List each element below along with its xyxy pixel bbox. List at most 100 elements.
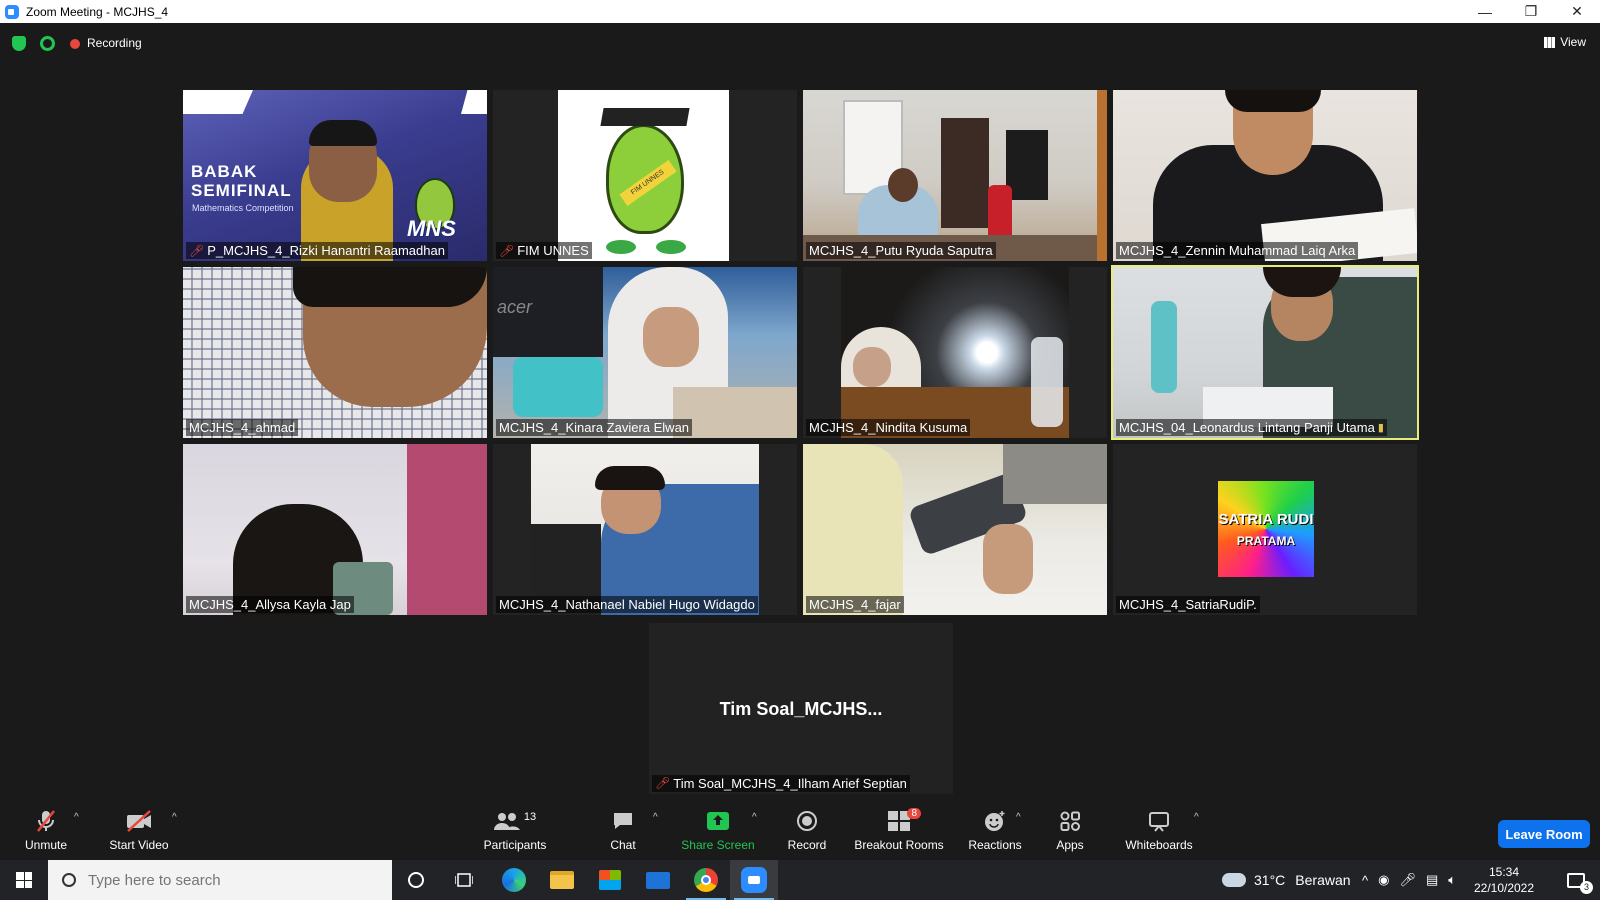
graduation-cap-icon <box>600 108 690 126</box>
taskbar-clock[interactable]: 15:34 22/10/2022 <box>1470 864 1538 896</box>
apps-label: Apps <box>1056 838 1084 852</box>
zoom-app-icon <box>5 4 19 19</box>
video-feed: BABAK SEMIFINAL Mathematics Competition … <box>183 90 487 261</box>
participants-count: 13 <box>523 811 537 823</box>
participant-name-tag: MCJHS_4_Nindita Kusuma <box>806 419 971 436</box>
encryption-icon[interactable] <box>40 36 55 51</box>
cortana-button[interactable] <box>392 860 440 900</box>
store-icon <box>599 870 621 890</box>
close-button[interactable]: ✕ <box>1554 0 1600 23</box>
store-taskbar-button[interactable] <box>586 860 634 900</box>
participant-name-tag: MCJHS_4_SatriaRudiP. <box>1116 596 1260 613</box>
video-options-caret[interactable]: ^ <box>172 812 177 823</box>
cloud-icon <box>1222 873 1246 887</box>
chair <box>513 357 603 417</box>
participant-name-tag: 🎤︎ P_MCJHS_4_Rizki Hanantri Raamadhan <box>186 242 448 259</box>
share-options-caret[interactable]: ^ <box>752 812 757 823</box>
notification-icon: 3 <box>1567 872 1593 894</box>
chat-options-caret[interactable]: ^ <box>653 812 658 823</box>
video-tile[interactable]: MCJHS_4_ahmad <box>183 267 487 438</box>
chrome-taskbar-button[interactable] <box>682 860 730 900</box>
zoom-taskbar-button[interactable] <box>730 860 778 900</box>
participant-name: Tim Soal_MCJHS_4_Ilham Arief Septian <box>673 776 907 791</box>
video-feed <box>1113 90 1417 261</box>
participant-name: MCJHS_4_Putu Ryuda Saputra <box>809 243 993 258</box>
participants-label: Participants <box>483 838 547 852</box>
camera-view <box>531 444 759 615</box>
start-button[interactable] <box>0 860 48 900</box>
video-tile[interactable]: BABAK SEMIFINAL Mathematics Competition … <box>183 90 487 261</box>
video-tile[interactable]: MCJHS_4_Nindita Kusuma <box>803 267 1107 438</box>
network-icon[interactable]: ▤ <box>1426 872 1438 888</box>
video-tile[interactable]: SATRIA RUDI PRATAMA MCJHS_4_SatriaRudiP. <box>1113 444 1417 615</box>
participant-name-tag: 🎤︎ Tim Soal_MCJHS_4_Ilham Arief Septian <box>652 775 910 792</box>
weather-condition: Berawan <box>1295 872 1351 888</box>
participant-name: MCJHS_4_Kinara Zaviera Elwan <box>499 420 690 435</box>
microphone-icon[interactable]: 🎤︎ <box>1399 872 1416 888</box>
camera-view <box>841 267 1069 438</box>
share-screen-button[interactable]: Share Screen <box>680 806 756 860</box>
participant-display-name: Tim Soal_MCJHS... <box>719 699 883 719</box>
view-label: View <box>1560 35 1586 49</box>
video-feed: FIM UNNES <box>493 90 797 261</box>
minimize-button[interactable]: — <box>1462 0 1508 23</box>
whiteboards-options-caret[interactable]: ^ <box>1194 812 1199 823</box>
weather-widget[interactable]: 31°C Berawan <box>1222 860 1351 900</box>
video-tile-active-speaker[interactable]: MCJHS_04_Leonardus Lintang Panji Utama ▮ <box>1111 265 1419 440</box>
avatar: SATRIA RUDI PRATAMA <box>1218 481 1314 577</box>
breakout-badge: 8 <box>907 808 921 819</box>
video-feed <box>803 90 1107 261</box>
search-input[interactable] <box>88 871 368 889</box>
leave-room-button[interactable]: Leave Room <box>1498 820 1590 848</box>
person-face <box>853 347 891 387</box>
webcam-icon[interactable]: ◉ <box>1378 872 1389 888</box>
curtain <box>1097 90 1107 261</box>
video-tile[interactable]: acer MCJHS_4_Kinara Zaviera Elwan <box>493 267 797 438</box>
grid-icon <box>1544 36 1556 48</box>
audio-options-caret[interactable]: ^ <box>74 812 79 823</box>
window-title: Zoom Meeting - MCJHS_4 <box>26 4 169 19</box>
whiteboard-icon <box>1148 806 1170 836</box>
mail-taskbar-button[interactable] <box>634 860 682 900</box>
recording-label[interactable]: Recording <box>87 36 142 50</box>
start-video-button[interactable]: Start Video <box>104 806 174 860</box>
task-view-icon <box>455 873 473 887</box>
notification-center-button[interactable]: 3 <box>1552 860 1600 900</box>
video-tile[interactable]: MCJHS_4_Zennin Muhammad Laiq Arka <box>1113 90 1417 261</box>
video-tile[interactable]: MCJHS_4_fajar <box>803 444 1107 615</box>
video-tile[interactable]: MCJHS_4_Allysa Kayla Jap <box>183 444 487 615</box>
video-feed <box>183 267 487 438</box>
volume-icon[interactable]: 🔈︎ <box>1448 872 1456 888</box>
shield-icon[interactable] <box>12 36 26 51</box>
person-body <box>803 444 903 615</box>
person-hair <box>309 120 377 146</box>
file-explorer-taskbar-button[interactable] <box>538 860 586 900</box>
restore-button[interactable]: ❐ <box>1508 0 1554 23</box>
apps-button[interactable]: Apps <box>1050 806 1090 860</box>
video-tile[interactable]: FIM UNNES 🎤︎ FIM UNNES <box>493 90 797 261</box>
curtain <box>407 444 487 615</box>
task-view-button[interactable] <box>440 860 488 900</box>
whiteboards-button[interactable]: Whiteboards <box>1124 806 1194 860</box>
participants-button[interactable]: 13 Participants <box>480 806 550 860</box>
video-tile[interactable]: Tim Soal_MCJHS... 🎤︎ Tim Soal_MCJHS_4_Il… <box>649 623 953 794</box>
windows-logo-icon <box>16 872 32 888</box>
banner-subtitle: Mathematics Competition <box>192 203 294 213</box>
record-button[interactable]: Record <box>786 806 828 860</box>
chevron-up-icon[interactable]: ^ <box>1362 873 1368 888</box>
breakout-rooms-button[interactable]: 8 Breakout Rooms <box>852 806 946 860</box>
participant-name: FIM UNNES <box>517 243 589 258</box>
monitor-brand: acer <box>497 297 533 317</box>
video-tile[interactable]: MCJHS_4_Putu Ryuda Saputra <box>803 90 1107 261</box>
reactions-options-caret[interactable]: ^ <box>1016 812 1021 823</box>
participant-name: MCJHS_4_ahmad <box>189 420 296 435</box>
edge-taskbar-button[interactable] <box>490 860 538 900</box>
video-tile[interactable]: MCJHS_4_Nathanael Nabiel Hugo Widagdo <box>493 444 797 615</box>
edge-icon <box>502 868 526 892</box>
unmute-button[interactable]: Unmute <box>20 806 72 860</box>
view-button[interactable]: View <box>1544 35 1586 49</box>
video-feed <box>803 444 1107 615</box>
avatar-text-line-2: PRATAMA <box>1236 534 1296 548</box>
taskbar-search[interactable] <box>48 860 392 900</box>
chat-button[interactable]: Chat <box>603 806 643 860</box>
